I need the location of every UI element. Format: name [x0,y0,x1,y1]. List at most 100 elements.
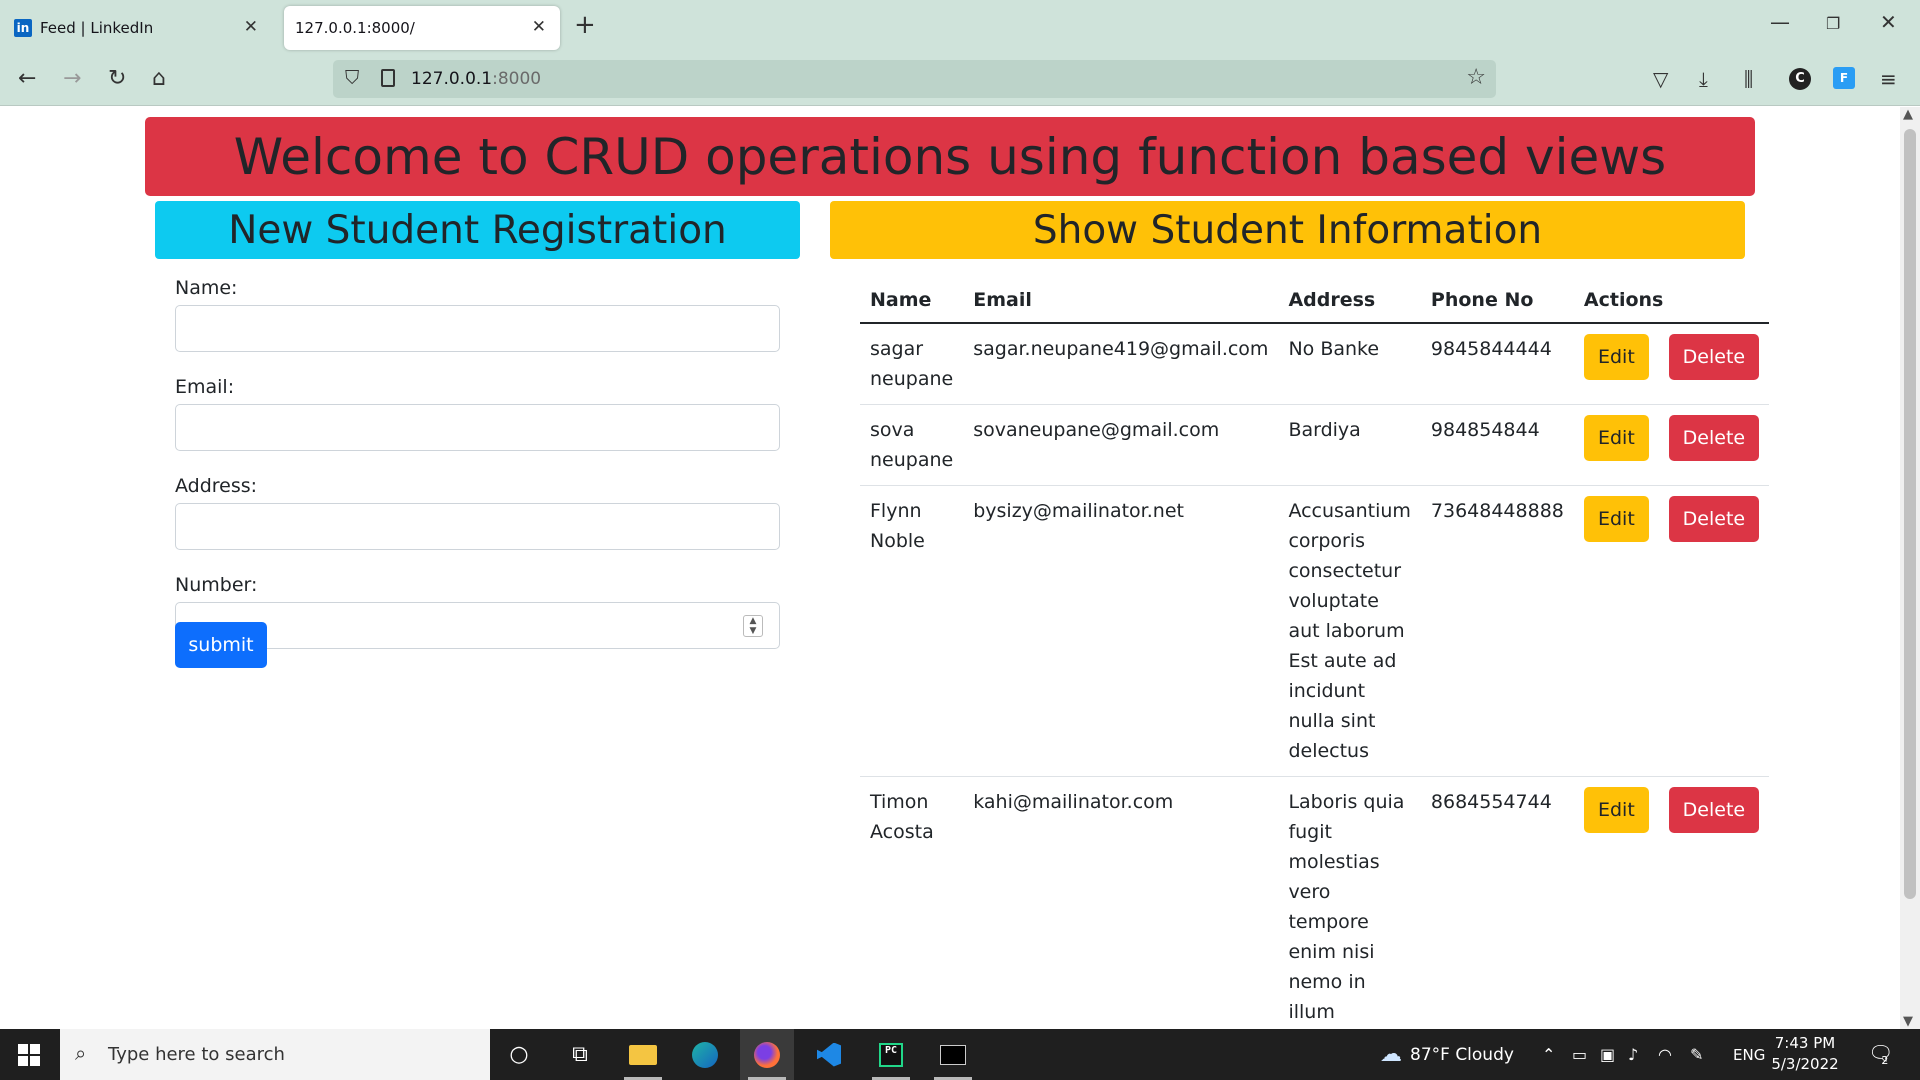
table-row: sova neupane sovaneupane@gmail.com Bardi… [860,404,1769,486]
table-row: Timon Acosta kahi@mailinator.com Laboris… [860,776,1769,1029]
edge-icon [692,1041,718,1068]
meet-now-icon[interactable]: ▣ [1600,1029,1615,1080]
cell-actions: Edit Delete [1573,776,1769,1029]
name-input[interactable] [175,305,780,352]
column-header-address: Address [1278,277,1421,324]
search-placeholder: Type here to search [108,1044,285,1065]
cloud-icon: ☁ [1380,1042,1402,1067]
page-banner: Welcome to CRUD operations using functio… [145,117,1755,196]
close-tab-icon[interactable]: ✕ [244,17,258,37]
task-view-icon[interactable]: ⧉ [553,1029,607,1080]
bookmark-star-icon[interactable]: ☆ [1466,65,1486,90]
taskbar-search[interactable]: ⌕ Type here to search [60,1029,490,1080]
student-table: Name Email Address Phone No Actions saga… [860,277,1769,1029]
cell-address: Accusantium corporis consectetur volupta… [1278,485,1421,777]
cell-actions: Edit Delete [1573,485,1769,777]
home-icon[interactable]: ⌂ [152,66,166,91]
extension-c-icon[interactable]: C [1789,68,1811,90]
cell-phone: 8684554744 [1420,776,1574,1029]
windows-start-icon[interactable] [18,1044,40,1066]
address-bar[interactable]: ⛉ 127.0.0.1:8000 ☆ [333,60,1496,98]
scrollbar-thumb[interactable] [1904,129,1916,899]
show-hidden-icons[interactable]: ⌃ [1542,1029,1555,1080]
cell-name: Timon Acosta [860,776,964,1029]
cell-email: kahi@mailinator.com [963,776,1279,1029]
edit-button[interactable]: Edit [1583,787,1649,833]
extension-f-icon[interactable]: F [1833,67,1855,89]
cortana-icon[interactable]: ○ [492,1029,546,1080]
download-icon[interactable]: ⤓ [1699,67,1708,91]
taskbar-terminal[interactable] [926,1029,980,1080]
column-header-name: Name [860,277,964,324]
column-header-phone: Phone No [1420,277,1574,324]
window-close-icon[interactable]: ✕ [1880,10,1897,34]
delete-button[interactable]: Delete [1668,334,1759,380]
edit-button[interactable]: Edit [1583,496,1649,542]
number-spinner-icon[interactable]: ▲ ▼ [743,615,763,637]
address-input[interactable] [175,503,780,550]
clock-time: 7:43 PM [1774,1034,1836,1052]
cell-name: Flynn Noble [860,485,964,777]
search-icon: ⌕ [75,1041,87,1065]
address-label: Address: [175,475,258,497]
notification-icon[interactable]: 🗨2 [1868,1041,1900,1067]
registration-header: New Student Registration [155,201,800,259]
cell-name: sova neupane [860,404,964,486]
cell-name: sagar neupane [860,323,964,405]
table-row: Flynn Noble bysizy@mailinator.net Accusa… [860,485,1769,777]
scroll-up-icon[interactable]: ▲ [1903,107,1913,122]
column-header-email: Email [963,277,1279,324]
edit-button[interactable]: Edit [1583,334,1649,380]
url-text[interactable]: 127.0.0.1:8000 [411,69,541,89]
delete-button[interactable]: Delete [1668,415,1759,461]
clock[interactable]: 7:43 PM 5/3/2022 [1760,1033,1850,1075]
table-row: sagar neupane sagar.neupane419@gmail.com… [860,323,1769,405]
back-icon[interactable]: ← [18,66,36,91]
cell-phone: 73648448888 [1420,485,1574,777]
menu-icon[interactable]: ≡ [1880,67,1897,91]
delete-button[interactable]: Delete [1668,787,1759,833]
page-scrollbar[interactable]: ▲ ▼ [1900,107,1920,1029]
shield-icon[interactable]: ⛉ [345,67,359,89]
cell-address: No Banke [1278,323,1421,405]
cell-address: Bardiya [1278,404,1421,486]
tab-localhost[interactable]: 127.0.0.1:8000/ ✕ [284,6,560,50]
tab-title: Feed | LinkedIn [40,19,154,37]
forward-icon[interactable]: → [63,66,81,91]
submit-button[interactable]: submit [175,622,267,668]
taskbar-file-explorer[interactable] [616,1029,670,1080]
pen-icon[interactable]: ✎ [1690,1029,1703,1080]
library-icon[interactable]: ⫼ [1744,67,1753,91]
tab-linkedin[interactable]: in Feed | LinkedIn ✕ [6,6,272,50]
close-tab-icon[interactable]: ✕ [532,17,546,37]
linkedin-icon: in [14,19,32,37]
edit-button[interactable]: Edit [1583,415,1649,461]
delete-button[interactable]: Delete [1668,496,1759,542]
taskbar-edge[interactable] [678,1029,732,1080]
restore-icon[interactable]: ❐ [1826,14,1840,33]
table-header-row: Name Email Address Phone No Actions [860,277,1769,324]
email-input[interactable] [175,404,780,451]
taskbar-vscode[interactable] [802,1029,856,1080]
volume-icon[interactable]: ♪ [1628,1029,1638,1080]
number-label: Number: [175,574,258,596]
weather-widget[interactable]: ☁ 87°F Cloudy [1380,1029,1514,1080]
cell-email: sovaneupane@gmail.com [963,404,1279,486]
pocket-icon[interactable]: ▽ [1653,67,1668,91]
email-label: Email: [175,376,235,398]
notification-count: 2 [1881,1054,1889,1067]
name-label: Name: [175,277,238,299]
taskbar-pycharm[interactable]: PC [864,1029,918,1080]
minimize-icon[interactable]: — [1770,10,1790,34]
battery-icon[interactable]: ▭ [1572,1029,1587,1080]
cell-actions: Edit Delete [1573,404,1769,486]
pycharm-icon: PC [879,1042,903,1067]
scroll-down-icon[interactable]: ▼ [1903,1014,1913,1029]
browser-toolbar: ← → ↻ ⌂ ⛉ 127.0.0.1:8000 ☆ ▽ ⤓ ⫼ C F ≡ [0,54,1920,106]
reload-icon[interactable]: ↻ [108,66,126,91]
wifi-icon[interactable]: ◠ [1658,1029,1672,1080]
cell-address: Laboris quia fugit molestias vero tempor… [1278,776,1421,1029]
page-icon [381,69,395,87]
taskbar-firefox[interactable] [740,1029,794,1080]
new-tab-button[interactable]: + [574,10,596,40]
